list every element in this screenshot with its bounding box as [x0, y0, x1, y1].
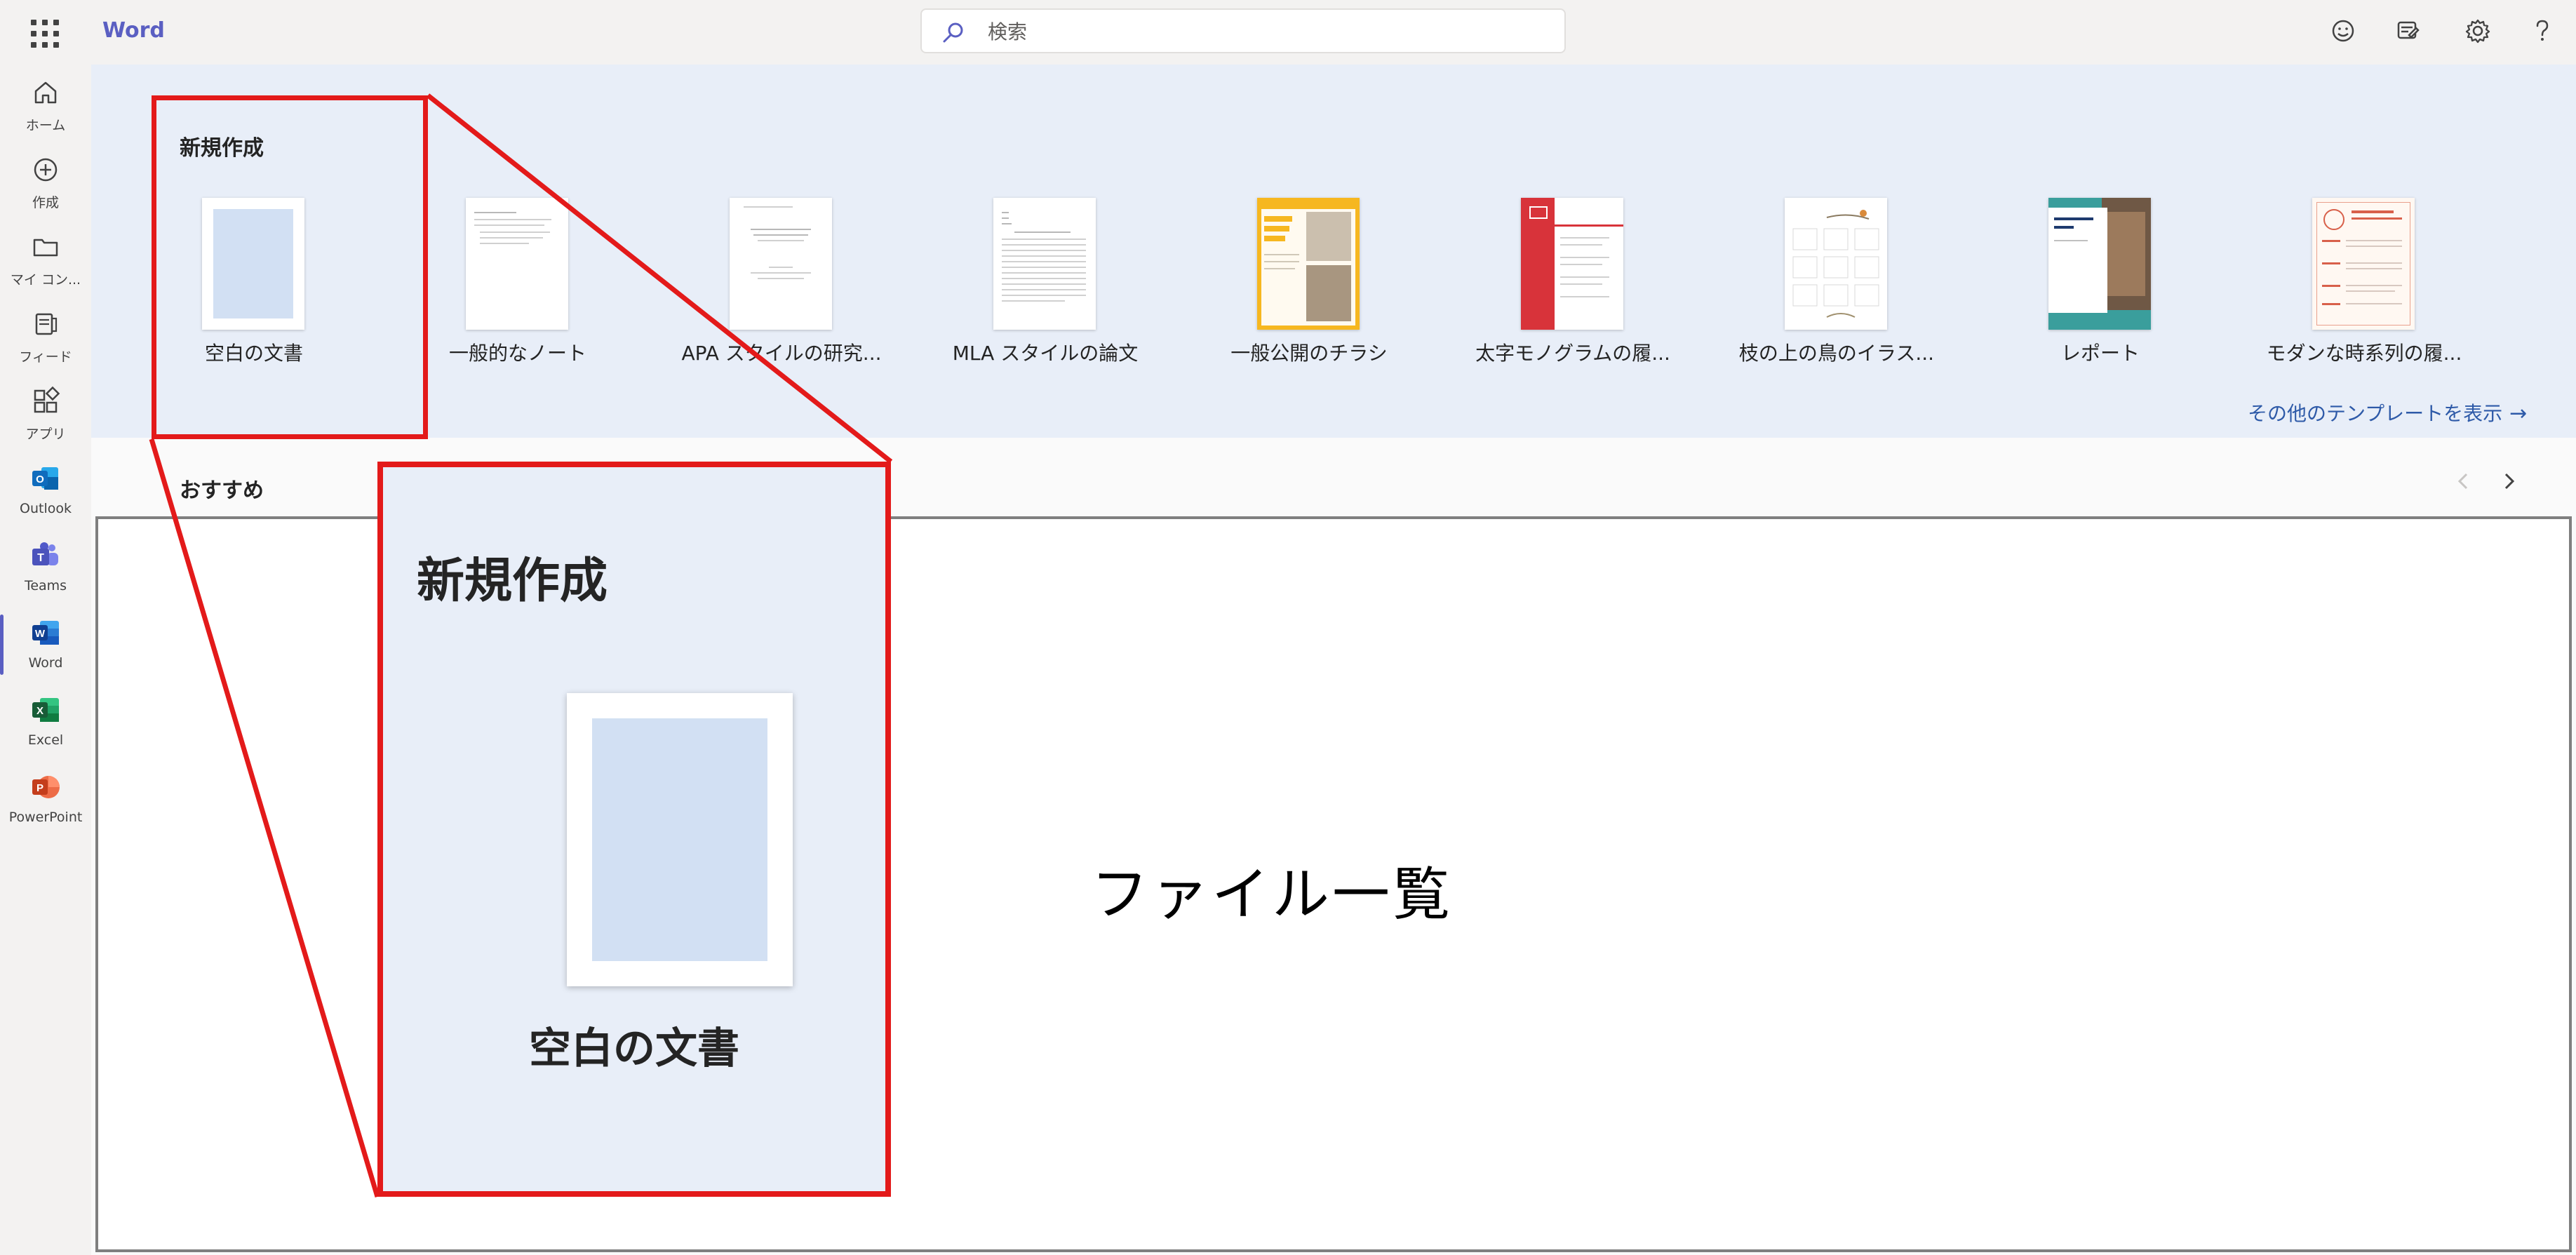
- template-thumbnail: [466, 198, 568, 330]
- template-name: 一般公開のチラシ: [1230, 342, 1388, 365]
- rail-item-excel[interactable]: X Excel: [0, 687, 91, 758]
- rail-item-word[interactable]: W Word: [0, 610, 91, 680]
- rail-label: Word: [28, 655, 63, 671]
- svg-text:T: T: [37, 552, 44, 564]
- svg-text:W: W: [35, 628, 46, 640]
- template-thumbnail: [993, 198, 1096, 330]
- template-apa-research-paper[interactable]: APA スタイルの研究...: [650, 198, 913, 366]
- rail-item-create[interactable]: 作成: [0, 147, 91, 217]
- gear-icon[interactable]: [2461, 14, 2495, 48]
- template-bird-on-branch[interactable]: 枝の上の鳥のイラス...: [1705, 198, 1968, 366]
- outlook-icon: O: [32, 467, 58, 490]
- template-thumbnail: [1257, 198, 1360, 330]
- template-thumbnail: [2048, 198, 2151, 330]
- template-thumbnail: [730, 198, 832, 330]
- rail-item-outlook[interactable]: O Outlook: [0, 456, 91, 526]
- new-document-section: 新規作成 空白の文書 一般的なノート APA スタイルの研究... MLA スタ…: [91, 65, 2576, 438]
- rail-label: マイ コン...: [10, 272, 81, 288]
- previous-chevron-icon[interactable]: [2448, 466, 2479, 497]
- folder-icon: [33, 239, 58, 257]
- word-icon: W: [32, 621, 59, 645]
- help-icon[interactable]: [2525, 14, 2559, 48]
- rail-label: ホーム: [25, 118, 66, 133]
- template-name: 太字モノグラムの履...: [1475, 342, 1670, 365]
- rail-label: フィード: [19, 349, 72, 365]
- template-modern-chronological-resume[interactable]: モダンな時系列の履...: [2232, 198, 2496, 366]
- excel-icon: X: [32, 698, 59, 722]
- zoomed-callout: 新規作成 空白の文書: [377, 462, 891, 1197]
- callout-template-name: 空白の文書: [529, 1024, 739, 1073]
- next-chevron-icon[interactable]: [2493, 466, 2524, 497]
- teams-icon: T: [32, 542, 58, 565]
- template-mla-paper[interactable]: MLA スタイルの論文: [913, 198, 1177, 366]
- app-launcher-icon[interactable]: [28, 17, 62, 51]
- highlight-box: [152, 95, 428, 439]
- template-thumbnail: [2312, 198, 2415, 330]
- arrow-right-icon: →: [2509, 401, 2528, 426]
- callout-heading: 新規作成: [417, 553, 608, 609]
- template-name: モダンな時系列の履...: [2266, 342, 2462, 365]
- template-report[interactable]: レポート: [1968, 198, 2232, 366]
- rail-item-home[interactable]: ホーム: [0, 70, 91, 140]
- template-thumbnail: [1785, 198, 1887, 330]
- template-name: レポート: [2060, 342, 2140, 365]
- top-header: Word: [0, 0, 2576, 65]
- create-icon: [34, 158, 58, 182]
- template-public-flyer[interactable]: 一般公開のチラシ: [1177, 198, 1441, 366]
- left-app-rail: ホーム 作成 マイ コン... フィード アプリ O Outlook T Tea…: [0, 65, 91, 1255]
- search-input[interactable]: [986, 17, 1550, 46]
- more-templates-link[interactable]: その他のテンプレートを表示 →: [2248, 398, 2527, 427]
- feed-icon: [35, 313, 58, 335]
- template-thumbnail: [1521, 198, 1623, 330]
- recommended-heading: おすすめ: [180, 478, 264, 503]
- template-bold-monogram-resume[interactable]: 太字モノグラムの履...: [1441, 198, 1705, 366]
- powerpoint-icon: P: [32, 776, 60, 798]
- app-name[interactable]: Word: [102, 18, 165, 43]
- template-name: MLA スタイルの論文: [952, 342, 1139, 365]
- home-icon: [34, 81, 57, 104]
- rail-item-feed[interactable]: フィード: [0, 302, 91, 372]
- rail-item-apps[interactable]: アプリ: [0, 379, 91, 449]
- template-name: 枝の上の鳥のイラス...: [1738, 342, 1935, 365]
- smiley-feedback-icon[interactable]: [2326, 14, 2360, 48]
- rail-label: 作成: [32, 195, 59, 210]
- rail-item-teams[interactable]: T Teams: [0, 533, 91, 603]
- rail-label: PowerPoint: [8, 810, 83, 825]
- whats-new-icon[interactable]: [2391, 14, 2424, 48]
- rail-label: Outlook: [20, 501, 72, 516]
- template-name: APA スタイルの研究...: [681, 342, 882, 365]
- rail-item-powerpoint[interactable]: P PowerPoint: [0, 765, 91, 835]
- rail-label: アプリ: [25, 427, 66, 442]
- file-list-label: ファイル一覧: [1091, 861, 1454, 928]
- svg-text:X: X: [36, 705, 43, 717]
- callout-template-thumbnail: [567, 693, 793, 986]
- rail-label: Excel: [27, 732, 64, 748]
- svg-text:O: O: [36, 474, 44, 485]
- search-box[interactable]: [920, 8, 1566, 53]
- rail-item-my-content[interactable]: マイ コン...: [0, 224, 91, 295]
- more-templates-label: その他のテンプレートを表示: [2248, 402, 2503, 425]
- apps-icon: [34, 386, 60, 413]
- search-icon: [943, 22, 963, 43]
- rail-label: Teams: [24, 578, 67, 593]
- svg-text:P: P: [36, 782, 43, 794]
